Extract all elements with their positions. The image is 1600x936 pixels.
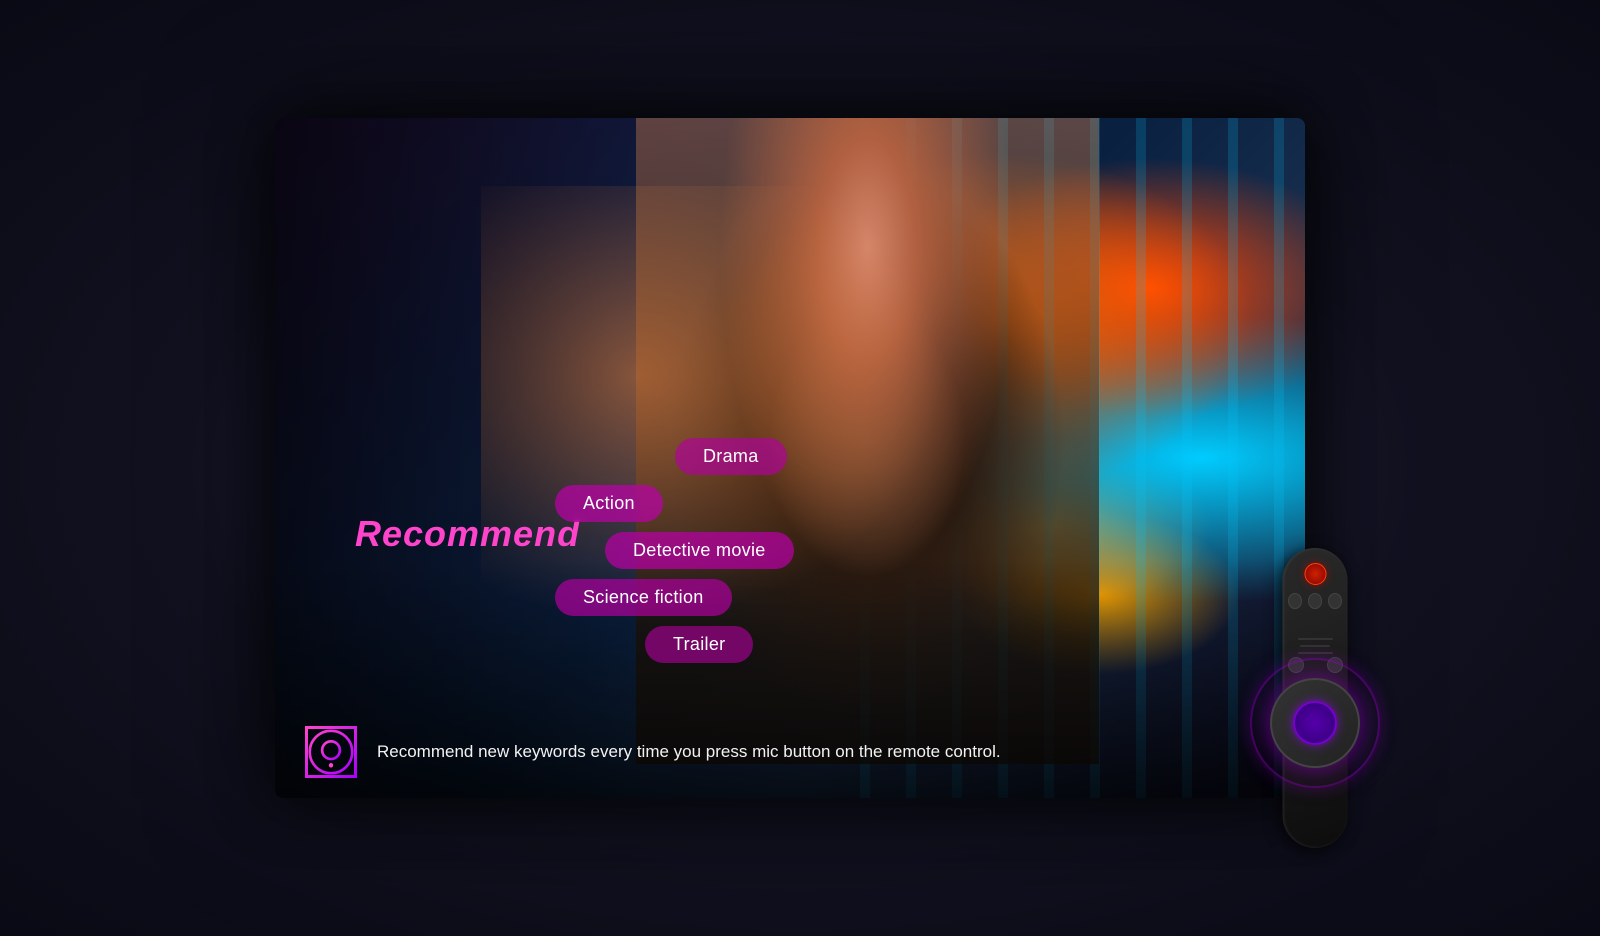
power-button[interactable] (1304, 563, 1326, 585)
mic-icon (308, 726, 354, 778)
tag-row-drama: Drama (555, 438, 794, 475)
tag-detective[interactable]: Detective movie (605, 532, 794, 569)
tag-action[interactable]: Action (555, 485, 663, 522)
tag-drama[interactable]: Drama (675, 438, 787, 475)
remote-btn-2[interactable] (1308, 593, 1322, 609)
tag-row-action: Action (555, 485, 794, 522)
remote-grip (1293, 638, 1338, 654)
nav-center-button[interactable] (1293, 701, 1337, 745)
tag-trailer[interactable]: Trailer (645, 626, 753, 663)
tv-wrapper: Recommend Drama Action Detective movie S… (275, 118, 1325, 818)
remote-control (1235, 448, 1395, 848)
tag-row-trailer: Trailer (555, 626, 794, 663)
nav-wheel[interactable] (1270, 678, 1360, 768)
tv-screen: Recommend Drama Action Detective movie S… (275, 118, 1305, 798)
remote-btn-1[interactable] (1288, 593, 1302, 609)
remote-btn-3[interactable] (1328, 593, 1342, 609)
tag-row-science: Science fiction (555, 579, 794, 616)
remote-top-buttons (1288, 593, 1343, 609)
mic-button[interactable] (305, 726, 357, 778)
tag-science[interactable]: Science fiction (555, 579, 732, 616)
recommend-label: Recommend (355, 513, 580, 555)
bottom-instruction-text: Recommend new keywords every time you pr… (377, 740, 1001, 764)
bottom-bar: Recommend new keywords every time you pr… (275, 706, 1305, 798)
tag-row-detective: Detective movie (555, 532, 794, 569)
tags-area: Drama Action Detective movie Science fic… (555, 438, 794, 663)
